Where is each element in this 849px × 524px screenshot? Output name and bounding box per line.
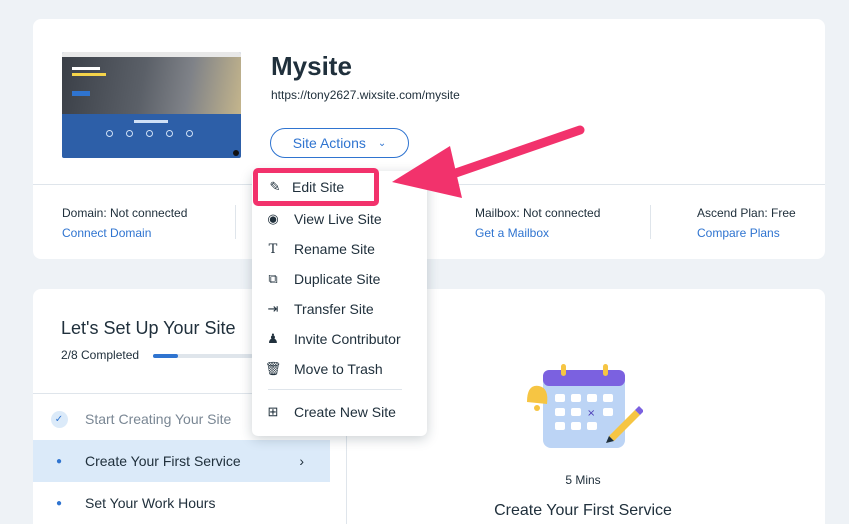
pencil-icon: ✎ (269, 179, 281, 194)
domain-status: Domain: Not connected (62, 206, 188, 220)
compare-plans-link[interactable]: Compare Plans (697, 226, 796, 240)
get-mailbox-link[interactable]: Get a Mailbox (475, 226, 600, 240)
thumbnail-services (62, 114, 241, 158)
plan-status: Ascend Plan: Free (697, 206, 796, 220)
new-site-icon: ⊞ (267, 404, 279, 419)
transfer-icon: ⇥ (267, 301, 279, 316)
service-title: Create Your First Service (494, 502, 672, 519)
bullet-icon: ● (55, 455, 63, 467)
step-label: Start Creating Your Site (85, 411, 232, 427)
setup-card: Let's Set Up Your Site 2/8 Completed ✓ S… (33, 289, 825, 524)
menu-item-duplicate-site[interactable]: ⧉ Duplicate Site (252, 264, 427, 294)
edit-site-highlight[interactable]: ✎ Edit Site (253, 168, 379, 206)
calendar-illustration-icon: × (527, 364, 643, 448)
bullet-icon: ● (55, 497, 63, 509)
mailbox-info: Mailbox: Not connected Get a Mailbox (475, 206, 600, 240)
edit-site-label: Edit Site (292, 179, 345, 195)
pointer-arrow-icon (392, 125, 585, 198)
trash-icon: 🗑 (264, 361, 282, 376)
info-separator (650, 205, 651, 239)
menu-item-transfer-site[interactable]: ⇥ Transfer Site (252, 294, 427, 324)
connect-domain-link[interactable]: Connect Domain (62, 226, 187, 240)
step-label: Create Your First Service (85, 453, 241, 469)
progress-bar (153, 354, 253, 358)
plan-info: Ascend Plan: Free Compare Plans (697, 206, 796, 240)
svg-text:×: × (587, 408, 595, 419)
progress-fill (153, 354, 178, 358)
site-actions-label: Site Actions (292, 135, 366, 151)
text-icon: T (268, 241, 278, 257)
menu-item-create-new-site[interactable]: ⊞ Create New Site (252, 397, 427, 427)
site-title: Mysite (271, 51, 352, 81)
eye-icon: ◉ (267, 211, 279, 226)
menu-item-move-to-trash[interactable]: 🗑 Move to Trash (252, 354, 427, 384)
site-url: https://tony2627.wixsite.com/mysite (271, 88, 460, 102)
check-icon: ✓ (50, 410, 68, 428)
chevron-right-icon: › (299, 453, 304, 469)
menu-item-invite-contributor[interactable]: ♟ Invite Contributor (252, 324, 427, 354)
setup-title: Let's Set Up Your Site (61, 318, 236, 338)
duration-label: 5 Mins (565, 473, 601, 487)
site-actions-menu: ✎ Edit Site ◉ View Live Site T Rename Si… (252, 171, 427, 436)
site-thumbnail[interactable] (62, 52, 241, 158)
step-create-service[interactable]: ● Create Your First Service › (33, 440, 330, 482)
step-label: Set Your Work Hours (85, 495, 216, 511)
thumbnail-corner-icon (233, 150, 239, 156)
domain-info: Domain: Not connected Connect Domain (62, 206, 187, 240)
menu-item-rename-site[interactable]: T Rename Site (252, 234, 427, 264)
thumbnail-hero (62, 57, 241, 114)
step-work-hours[interactable]: ● Set Your Work Hours (33, 482, 330, 524)
info-separator (235, 205, 236, 239)
progress-text: 2/8 Completed (61, 348, 140, 362)
add-user-icon: ♟ (267, 331, 279, 346)
menu-divider (268, 389, 402, 390)
duplicate-icon: ⧉ (268, 271, 278, 286)
